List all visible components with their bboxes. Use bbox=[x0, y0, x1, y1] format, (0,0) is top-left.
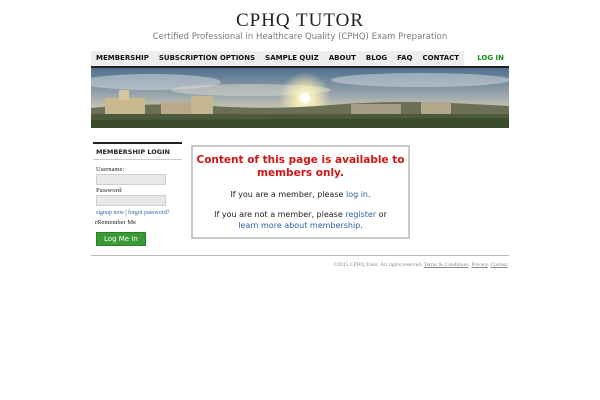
nav-item-subscription-options[interactable]: SUBSCRIPTION OPTIONS bbox=[154, 51, 260, 66]
forgot-password-link[interactable]: forgot password? bbox=[128, 210, 169, 216]
nonmember-mid: or bbox=[376, 210, 387, 219]
notice-title: Content of this page is available to mem… bbox=[193, 154, 408, 180]
site-title[interactable]: CPHQ TUTOR bbox=[0, 10, 600, 32]
register-link[interactable]: register bbox=[345, 210, 376, 219]
footer-privacy-link[interactable]: Privacy bbox=[471, 262, 487, 268]
campus-panorama-image bbox=[91, 68, 509, 128]
nav-menu: MEMBERSHIP SUBSCRIPTION OPTIONS SAMPLE Q… bbox=[91, 51, 465, 66]
membership-login-widget: MEMBERSHIP LOGIN Username: Password: sig… bbox=[93, 142, 182, 246]
remember-me-label: Remember Me bbox=[97, 219, 136, 226]
password-label: Password: bbox=[96, 187, 123, 194]
member-prefix: If you are a member, please bbox=[230, 190, 346, 199]
nav-item-blog[interactable]: BLOG bbox=[361, 51, 392, 66]
account-links: signup now | forgot password? bbox=[96, 209, 182, 217]
main-nav: MEMBERSHIP SUBSCRIPTION OPTIONS SAMPLE Q… bbox=[91, 51, 509, 68]
nonmember-message: If you are not a member, please register… bbox=[193, 209, 408, 220]
site-tagline: Certified Professional in Healthcare Qua… bbox=[152, 32, 448, 42]
footer-contact-link[interactable]: Contact bbox=[491, 262, 508, 268]
members-only-notice: Content of this page is available to mem… bbox=[191, 145, 410, 239]
notice-title-line-2: members only. bbox=[257, 167, 344, 179]
nav-login-link[interactable]: LOG IN bbox=[477, 51, 504, 66]
nonmember-prefix: If you are not a member, please bbox=[214, 210, 346, 219]
nav-item-about[interactable]: ABOUT bbox=[324, 51, 361, 66]
password-input[interactable] bbox=[96, 195, 166, 206]
learn-suffix: . bbox=[360, 221, 363, 230]
username-label: Username: bbox=[96, 166, 125, 173]
notice-title-line-1: Content of this page is available to bbox=[196, 154, 405, 166]
username-input[interactable] bbox=[96, 174, 166, 185]
link-separator: | bbox=[125, 210, 127, 216]
header-banner-image bbox=[91, 68, 509, 128]
nav-item-faq[interactable]: FAQ bbox=[392, 51, 417, 66]
learn-more-link[interactable]: learn more about membership bbox=[238, 221, 360, 230]
signup-link[interactable]: signup now bbox=[96, 210, 124, 216]
nav-item-contact[interactable]: CONTACT bbox=[418, 51, 465, 66]
footer-dot-3: . bbox=[507, 262, 509, 268]
site-footer: ©2015 CPHQ Tutor. All rights reserved. T… bbox=[91, 255, 509, 268]
footer-copyright: ©2015 CPHQ Tutor. All rights reserved. bbox=[333, 262, 424, 268]
widget-title: MEMBERSHIP LOGIN bbox=[93, 142, 182, 160]
log-me-in-button[interactable]: Log Me In bbox=[96, 232, 146, 246]
member-message: If you are a member, please log in. bbox=[193, 189, 408, 200]
login-link[interactable]: log in bbox=[346, 190, 368, 199]
nav-item-sample-quiz[interactable]: SAMPLE QUIZ bbox=[260, 51, 324, 66]
footer-terms-link[interactable]: Terms & Conditions bbox=[424, 262, 469, 268]
learn-more-message: learn more about membership. bbox=[193, 220, 408, 231]
member-suffix: . bbox=[368, 190, 371, 199]
nav-item-membership[interactable]: MEMBERSHIP bbox=[91, 51, 154, 66]
remember-me-row[interactable]: rRemember Me bbox=[95, 219, 182, 226]
